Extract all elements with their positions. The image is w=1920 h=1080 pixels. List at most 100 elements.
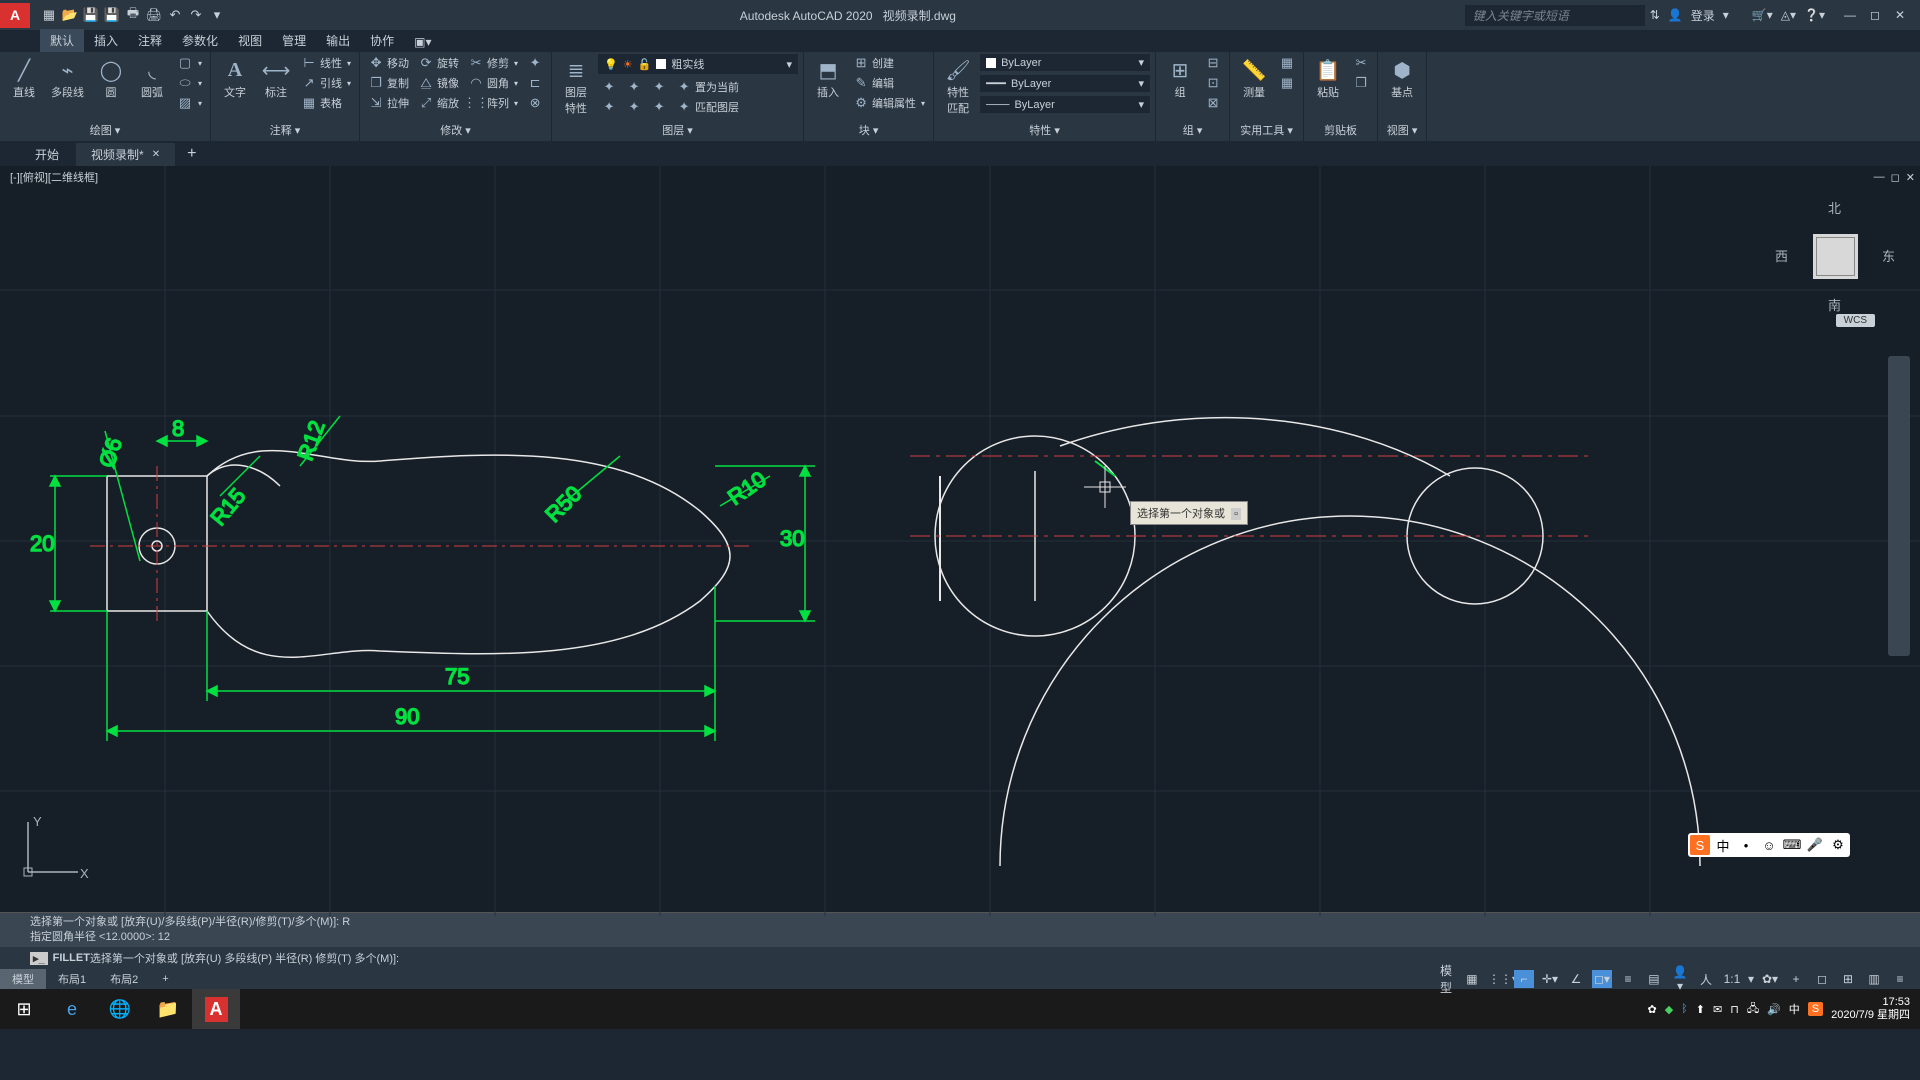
add-tab-button[interactable]: + <box>177 142 206 166</box>
tab-output[interactable]: 输出 <box>316 29 360 52</box>
fillet-button[interactable]: ◠圆角▾ <box>465 74 521 92</box>
paste-button[interactable]: 📋粘贴 <box>1309 54 1347 102</box>
qat-dropdown-icon[interactable]: ▾ <box>208 6 226 24</box>
tray-ime-icon[interactable]: 中 <box>1789 1001 1800 1017</box>
insert-block-button[interactable]: ⬒插入 <box>809 54 847 102</box>
ime-punct-icon[interactable]: • <box>1736 835 1756 855</box>
ime-lang-button[interactable]: 中 <box>1713 835 1733 855</box>
layout-tab-1[interactable]: 布局1 <box>46 969 98 989</box>
util-icon[interactable]: ▦ <box>1276 54 1298 72</box>
transparency-icon[interactable]: ▤ <box>1644 972 1664 986</box>
offset-icon[interactable]: ⊏ <box>524 74 546 92</box>
tray-icon[interactable]: ✿ <box>1647 1003 1656 1016</box>
help-search[interactable]: 键入关键字或短语 <box>1465 5 1645 26</box>
isolate-icon[interactable]: ◻ <box>1812 972 1832 986</box>
ime-widget[interactable]: S 中 • ☺ ⌨ 🎤 ⚙ <box>1688 833 1850 857</box>
tab-view[interactable]: 视图 <box>228 29 272 52</box>
app-icon[interactable]: A <box>0 3 30 28</box>
tray-icon[interactable]: ◆ <box>1665 1003 1673 1016</box>
match-layer-button[interactable]: ✦匹配图层 <box>673 98 742 116</box>
vp-max-icon[interactable]: ◻ <box>1891 171 1900 184</box>
vp-min-icon[interactable]: — <box>1874 171 1885 184</box>
line-button[interactable]: ╱直线 <box>5 54 43 102</box>
basepoint-button[interactable]: ⬢基点 <box>1383 54 1421 102</box>
user-icon[interactable]: 👤 <box>1668 8 1683 22</box>
polar-icon[interactable]: ✛▾ <box>1540 972 1560 986</box>
ungroup-icon[interactable]: ⊟ <box>1202 54 1224 72</box>
rotate-button[interactable]: ⟳旋转 <box>415 54 462 72</box>
layer-tool-icon[interactable]: ✦ <box>623 98 645 116</box>
annoscale-icon[interactable]: 人 <box>1696 971 1716 988</box>
tray-icon[interactable]: ⊓ <box>1730 1003 1739 1016</box>
rect-icon[interactable]: ▢▾ <box>174 54 205 72</box>
viewport-label[interactable]: [-][俯视][二维线框] <box>10 169 98 185</box>
tab-parametric[interactable]: 参数化 <box>172 29 228 52</box>
file-tab-current[interactable]: 视频录制*✕ <box>76 143 175 166</box>
wcs-badge[interactable]: WCS <box>1836 314 1875 327</box>
layout-tab-model[interactable]: 模型 <box>0 969 46 989</box>
layout-tab-add[interactable]: + <box>150 971 180 987</box>
edit-attr-button[interactable]: ⚙编辑属性▾ <box>850 94 928 112</box>
viewcube[interactable]: 北 南 西 东 <box>1780 206 1890 306</box>
taskbar-clock[interactable]: 17:53 2020/7/9 星期四 <box>1831 996 1910 1022</box>
layer-tool-icon[interactable]: ✦ <box>598 78 620 96</box>
new-icon[interactable]: ▦ <box>40 6 58 24</box>
util-icon[interactable]: ▦ <box>1276 74 1298 92</box>
tab-manage[interactable]: 管理 <box>272 29 316 52</box>
start-button[interactable]: ⊞ <box>0 989 48 1029</box>
group-edit-icon[interactable]: ⊡ <box>1202 74 1224 92</box>
lineweight-dropdown[interactable]: ━━━ByLayer▾ <box>980 75 1150 92</box>
move-button[interactable]: ✥移动 <box>365 54 412 72</box>
match-props-button[interactable]: 🖌特性 匹配 <box>939 54 977 118</box>
tab-default[interactable]: 默认 <box>40 29 84 52</box>
plus-icon[interactable]: + <box>1786 972 1806 986</box>
explorer-icon[interactable]: 📁 <box>144 989 192 1029</box>
open-icon[interactable]: 📂 <box>61 6 79 24</box>
plot-icon[interactable]: 🖶 <box>124 6 142 24</box>
stretch-button[interactable]: ⇲拉伸 <box>365 94 412 112</box>
layer-props-button[interactable]: ≣图层 特性 <box>557 54 595 118</box>
customize-icon[interactable]: ≡ <box>1890 972 1910 986</box>
tab-insert[interactable]: 插入 <box>84 29 128 52</box>
navigation-bar[interactable] <box>1888 356 1910 656</box>
isodraft-icon[interactable]: ∠ <box>1566 972 1586 986</box>
layer-tool-icon[interactable]: ✦ <box>648 78 670 96</box>
status-model-button[interactable]: 模型 <box>1436 962 1456 996</box>
vp-close-icon[interactable]: ✕ <box>1906 171 1915 184</box>
tray-sogou-icon[interactable]: S <box>1808 1002 1823 1016</box>
scale-button[interactable]: 1:1 <box>1722 972 1742 986</box>
hatch-icon[interactable]: ▨▾ <box>174 94 205 112</box>
cart-icon[interactable]: 🛒▾ <box>1752 8 1773 22</box>
edit-block-button[interactable]: ✎编辑 <box>850 74 928 92</box>
ime-emoji-icon[interactable]: ☺ <box>1759 835 1779 855</box>
minimize-button[interactable]: — <box>1840 8 1860 22</box>
clean-icon[interactable]: ▥ <box>1864 972 1884 986</box>
tray-bluetooth-icon[interactable]: ᛒ <box>1681 1003 1688 1015</box>
ie-icon[interactable]: e <box>48 989 96 1029</box>
color-dropdown[interactable]: ByLayer▾ <box>980 54 1150 71</box>
layer-tool-icon[interactable]: ✦ <box>648 98 670 116</box>
circle-button[interactable]: ◯圆 <box>92 54 130 102</box>
file-tab-start[interactable]: 开始 <box>20 143 74 166</box>
cycling-icon[interactable]: 👤▾ <box>1670 965 1690 993</box>
tab-annotate[interactable]: 注释 <box>128 29 172 52</box>
group-button[interactable]: ⊞组 <box>1161 54 1199 102</box>
create-block-button[interactable]: ⊞创建 <box>850 54 928 72</box>
drawing-canvas[interactable]: [-][俯视][二维线框] — ◻ ✕ <box>0 166 1920 912</box>
arc-button[interactable]: ◟圆弧 <box>133 54 171 102</box>
layer-dropdown[interactable]: 💡☀🔓粗实线▾ <box>598 54 798 74</box>
ime-settings-icon[interactable]: ⚙ <box>1828 835 1848 855</box>
text-button[interactable]: A文字 <box>216 54 254 102</box>
chrome-icon[interactable]: 🌐 <box>96 989 144 1029</box>
ime-keyboard-icon[interactable]: ⌨ <box>1782 835 1802 855</box>
leader-button[interactable]: ↗引线▾ <box>298 74 354 92</box>
grid-icon[interactable]: ▦ <box>1462 972 1482 986</box>
print-icon[interactable]: 🖨 <box>145 6 163 24</box>
group-sel-icon[interactable]: ⊠ <box>1202 94 1224 112</box>
close-button[interactable]: ✕ <box>1890 8 1910 22</box>
save-icon[interactable]: 💾 <box>82 6 100 24</box>
layout-tab-2[interactable]: 布局2 <box>98 969 150 989</box>
tray-icon[interactable]: ✉ <box>1713 1003 1722 1016</box>
copy-button[interactable]: ❐复制 <box>365 74 412 92</box>
array-button[interactable]: ⋮⋮阵列▾ <box>465 94 521 112</box>
